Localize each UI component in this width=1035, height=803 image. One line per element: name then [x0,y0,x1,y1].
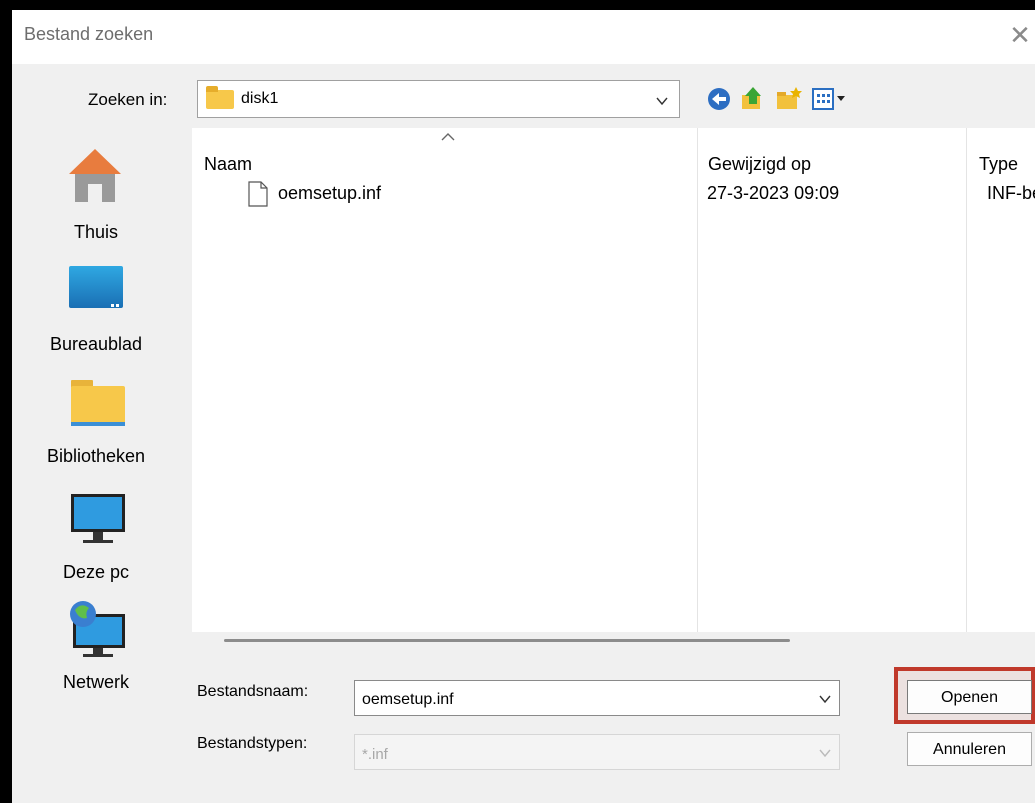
places-bar: Thuis Bureaublad Bibliotheken Deze pc Ne… [12,128,180,803]
column-header-modified[interactable]: Gewijzigd op [708,154,811,175]
place-this-pc[interactable]: Deze pc [12,482,180,592]
cancel-button[interactable]: Annuleren [907,732,1032,766]
view-menu-icon[interactable] [810,84,852,114]
place-label: Thuis [73,222,118,242]
place-label: Bureaublad [49,334,143,354]
file-type-value: *.inf [362,746,388,763]
place-libraries[interactable]: Bibliotheken [12,368,180,478]
place-desktop[interactable]: Bureaublad [12,254,180,364]
back-icon[interactable] [704,84,734,114]
table-row[interactable]: oemsetup.inf 27-3-2023 09:09 INF-bestand [232,178,1035,212]
up-folder-icon[interactable] [738,84,768,114]
chevron-down-icon [819,749,831,758]
network-icon [70,601,125,657]
file-icon [248,181,268,207]
file-type: INF-bestand [987,183,1035,203]
title-bar: Bestand zoeken ✕ [12,10,1035,64]
file-type-label: Bestandstypen: [197,735,308,752]
column-header-type[interactable]: Type [979,154,1018,175]
file-list[interactable]: Naam Gewijzigd op Type oemsetup.inf 27-3… [192,128,1035,632]
chevron-down-icon [656,97,668,106]
file-name-value: oemsetup.inf [362,691,454,708]
libraries-folder-icon [71,380,125,426]
chevron-down-icon[interactable] [819,693,831,705]
file-name: oemsetup.inf [278,183,382,203]
new-folder-icon[interactable] [774,84,804,114]
file-open-dialog: Bestand zoeken ✕ Zoeken in: disk1 Thuis … [12,10,1035,803]
place-home[interactable]: Thuis [12,138,180,248]
look-in-value: disk1 [241,90,279,107]
place-label: Bibliotheken [46,446,146,466]
scrollbar-thumb[interactable] [224,639,790,642]
file-name-input[interactable]: oemsetup.inf [354,680,840,716]
home-icon [69,149,121,202]
look-in-combobox[interactable]: disk1 [197,80,680,118]
computer-icon [71,494,125,543]
file-type-select[interactable]: *.inf [354,734,840,770]
sort-ascending-icon [441,133,455,141]
look-in-label: Zoeken in: [88,90,168,109]
close-icon[interactable]: ✕ [1008,20,1032,50]
place-network[interactable]: Netwerk [12,596,180,706]
place-label: Deze pc [62,562,130,582]
file-name-label: Bestandsnaam: [197,683,309,700]
folder-icon [206,86,234,109]
open-button[interactable]: Openen [907,680,1032,714]
desktop-icon [69,266,123,308]
place-label: Netwerk [62,672,129,692]
file-modified: 27-3-2023 09:09 [707,183,840,203]
horizontal-scrollbar[interactable] [192,632,1035,652]
window-title: Bestand zoeken [24,24,154,44]
column-header-name[interactable]: Naam [204,154,252,175]
